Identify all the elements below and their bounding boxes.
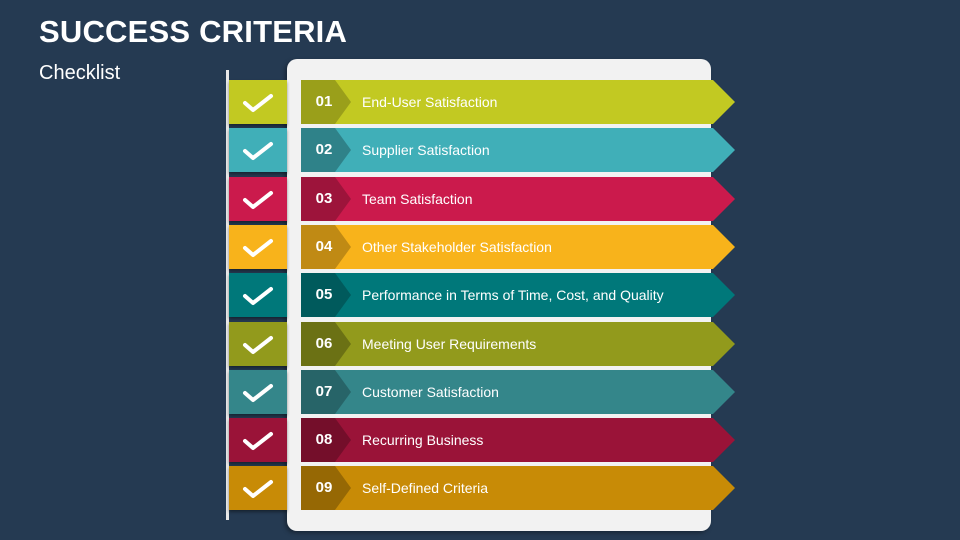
- checklist-item: 04 Other Stakeholder Satisfaction: [301, 225, 735, 269]
- item-number: 02: [315, 141, 333, 158]
- checklist-item: 08 Recurring Business: [301, 418, 735, 462]
- checklist-item: 02 Supplier Satisfaction: [301, 128, 735, 172]
- checkmark-icon: [243, 336, 273, 354]
- checkmark-icon: [243, 239, 273, 257]
- item-label: Supplier Satisfaction: [362, 142, 490, 158]
- item-number: 06: [315, 335, 333, 352]
- item-number: 05: [315, 286, 333, 303]
- check-tab[interactable]: [229, 273, 287, 317]
- page-subtitle: Checklist: [39, 62, 121, 84]
- checkmark-icon: [243, 94, 273, 112]
- checklist-item: 01 End-User Satisfaction: [301, 80, 735, 124]
- check-tab[interactable]: [229, 128, 287, 172]
- item-number: 07: [315, 383, 333, 400]
- check-tab[interactable]: [229, 418, 287, 462]
- check-tab[interactable]: [229, 370, 287, 414]
- item-number: 03: [315, 190, 333, 207]
- item-label: Meeting User Requirements: [362, 336, 537, 352]
- checklist-item: 07 Customer Satisfaction: [301, 370, 735, 414]
- checklist-item: 06 Meeting User Requirements: [301, 322, 735, 366]
- item-label: Other Stakeholder Satisfaction: [362, 239, 552, 255]
- checkmark-icon: [243, 191, 273, 209]
- item-label: Recurring Business: [362, 432, 484, 448]
- check-tab[interactable]: [229, 225, 287, 269]
- checklist-item: 03 Team Satisfaction: [301, 177, 735, 221]
- item-number: 04: [315, 238, 333, 255]
- checkmark-icon: [243, 142, 273, 160]
- check-tab[interactable]: [229, 177, 287, 221]
- checkmark-icon: [243, 384, 273, 402]
- item-label: Performance in Terms of Time, Cost, and …: [362, 287, 664, 303]
- item-label: Self-Defined Criteria: [362, 480, 489, 496]
- checkmark-icon: [243, 287, 273, 305]
- item-label: End-User Satisfaction: [362, 94, 498, 110]
- item-label: Customer Satisfaction: [362, 384, 499, 400]
- check-tab[interactable]: [229, 322, 287, 366]
- checkmark-icon: [243, 480, 273, 498]
- item-label: Team Satisfaction: [362, 191, 473, 207]
- item-number: 08: [315, 431, 333, 448]
- item-number: 01: [315, 93, 333, 110]
- check-tab[interactable]: [229, 80, 287, 124]
- checklist-item: 09 Self-Defined Criteria: [301, 466, 735, 510]
- item-number: 09: [315, 479, 333, 496]
- check-tab[interactable]: [229, 466, 287, 510]
- checkmark-icon: [243, 432, 273, 450]
- page-title: SUCCESS CRITERIA: [39, 14, 348, 49]
- checklist-item: 05 Performance in Terms of Time, Cost, an…: [301, 273, 735, 317]
